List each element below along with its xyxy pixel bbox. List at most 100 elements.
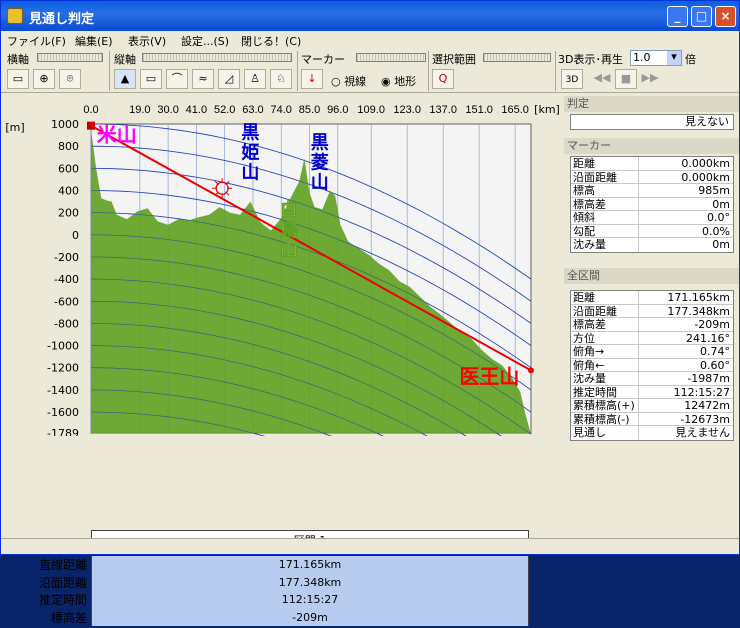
all-section-row: 累積標高(+) 12472m	[571, 399, 733, 413]
y-tick-label: 200	[58, 207, 79, 220]
stop-icon[interactable]: ■	[615, 69, 637, 89]
marker-value: 0.000km	[681, 170, 730, 184]
all-section-label: 累積標高(+)	[571, 399, 639, 412]
all-section-label: 俯角←	[571, 358, 639, 371]
marker-value: 0m	[712, 197, 730, 211]
slope-icon[interactable]: ◿	[218, 69, 240, 89]
view-3d-label: 3D	[565, 75, 579, 85]
info-panel: 判定 見えない マーカー 距離 0.000km 沿面距離 0.000km 標高 985m 標…	[564, 94, 739, 534]
x-tick-label: 0.0	[83, 104, 98, 116]
x-tick-label: 74.0	[271, 104, 292, 116]
selection-range-slider[interactable]	[483, 53, 551, 62]
all-section-grid: 距離 171.165km 沿面距離 177.348km 標高差 -209m 方位 241.16…	[570, 290, 734, 441]
origin-marker[interactable]	[87, 121, 95, 130]
y-tick-label: 1000	[51, 118, 79, 131]
all-section-row: 沿面距離 177.348km	[571, 304, 733, 318]
x-tick-label: 151.0	[465, 104, 493, 116]
all-section-label: 沈み量	[571, 372, 639, 385]
all-section-value: 0.74°	[700, 345, 730, 358]
marker-label: 距離	[571, 157, 639, 170]
y-tick-label: -1400	[47, 384, 79, 397]
menu-close[interactable]: 閉じる！(C)	[241, 33, 301, 49]
horizontal-axis-label: 横軸	[7, 53, 29, 66]
marker-label: 傾斜	[571, 211, 639, 224]
view-3d-icon[interactable]: 3D	[561, 69, 583, 89]
maximize-button[interactable]: □	[691, 6, 712, 27]
title-bar[interactable]: 見通し判定 _ □ ×	[1, 1, 739, 31]
marker-header: マーカー	[564, 138, 739, 154]
all-section-value: -209m	[694, 318, 730, 331]
refraction-icon[interactable]: ≈	[192, 69, 214, 89]
all-section-row: 累積標高(-) -12673m	[571, 412, 733, 426]
y-tick-label: 800	[58, 140, 79, 153]
x-tick-label: 30.0	[157, 104, 178, 116]
y-tick-label: -1000	[47, 340, 79, 353]
y-tick-label: 0	[72, 229, 79, 242]
all-section-label: 累積標高(-)	[571, 412, 639, 425]
peak-label: 山	[241, 162, 259, 183]
vertical-axis-slider[interactable]	[142, 53, 292, 62]
all-section-label: 標高差	[571, 318, 639, 331]
all-section-value: 0.60°	[700, 358, 730, 372]
target-point	[528, 367, 534, 374]
x-tick-label: 96.0	[327, 104, 348, 116]
chevron-down-icon[interactable]: ▾	[667, 51, 681, 65]
play-icon[interactable]: ▶▶	[639, 69, 661, 89]
section-row-label: 沿面距離	[38, 575, 87, 590]
peak-label: 米山	[97, 123, 137, 147]
marker-row: 沿面距離 0.000km	[571, 170, 733, 184]
horizontal-axis-slider[interactable]	[37, 53, 103, 62]
marker-value: 0m	[712, 238, 730, 251]
close-button[interactable]: ×	[715, 6, 736, 27]
menu-settings[interactable]: 設定...(S)	[181, 33, 229, 49]
marker-row: 標高 985m	[571, 184, 733, 198]
all-section-row: 標高差 -209m	[571, 318, 733, 332]
peak-label: 菱	[311, 152, 329, 173]
menu-edit[interactable]: 編集(E)	[75, 33, 113, 49]
x-tick-label: 85.0	[299, 104, 320, 116]
ruler-icon[interactable]: ▭	[7, 69, 29, 89]
all-section-label: 俯角→	[571, 345, 639, 358]
sight-line-radio[interactable]: ○ 視線	[331, 73, 366, 89]
all-section-value: -12673m	[680, 412, 730, 426]
marker-label: 標高差	[571, 197, 639, 210]
window-title: 見通し判定	[29, 12, 95, 27]
walker-alt-icon[interactable]: ♘	[270, 69, 292, 89]
fit-icon[interactable]: ⊕	[33, 69, 55, 89]
mountain-icon[interactable]: ▲	[114, 69, 136, 89]
terrain-radio[interactable]: ◉ 地形	[381, 73, 416, 89]
menu-file[interactable]: ファイル(F)	[7, 33, 66, 49]
all-section-header: 全区間	[564, 268, 739, 284]
x-tick-label: 41.0	[186, 104, 207, 116]
selection-icon[interactable]: Q	[432, 69, 454, 89]
marker-row: 標高差 0m	[571, 197, 733, 211]
menu-view[interactable]: 表示(V)	[128, 33, 166, 49]
judgement-value: 見えない	[570, 114, 734, 130]
menu-bar: ファイル(F) 編集(E) 表示(V) 設定...(S) 閉じる！(C)	[1, 31, 739, 49]
peak-label: 山	[311, 172, 329, 193]
speed-select[interactable]: 1.0 ▾	[630, 50, 682, 66]
marker-value: 0.0%	[702, 224, 730, 238]
all-section-value: 見えません	[675, 426, 730, 439]
display-3d-label: 3D表示･再生	[558, 53, 623, 66]
peak-label: 医王山	[459, 364, 519, 388]
earth-curve-icon[interactable]: ⌒	[166, 69, 188, 89]
y-tick-label: -1200	[47, 362, 79, 375]
y-tick-label: -1600	[47, 406, 79, 419]
marker-pin-icon[interactable]: ↓	[301, 69, 323, 89]
minimize-button[interactable]: _	[667, 6, 688, 27]
marker-value: 0.000km	[681, 157, 730, 170]
walker-icon[interactable]: ♙	[244, 69, 266, 89]
y-tick-label: 600	[58, 162, 79, 175]
all-section-value: 241.16°	[686, 331, 730, 345]
x-tick-label: 137.0	[429, 104, 457, 116]
zoom-125-icon[interactable]: ⌾	[59, 69, 81, 89]
selection-range-label: 選択範囲	[432, 53, 476, 66]
rewind-icon[interactable]: ◀◀	[591, 69, 613, 89]
marker-slider[interactable]	[356, 53, 426, 62]
marker-label: 勾配	[571, 224, 639, 237]
peak-label: 鳥	[280, 219, 298, 241]
x-tick-label: 63.0	[242, 104, 263, 116]
profile-chart[interactable]: 0.0 19.0 30.0 41.0 52.0 63.0 74.0 85.0 96.0 109.0…	[1, 94, 563, 436]
flat-ruler-icon[interactable]: ▭	[140, 69, 162, 89]
